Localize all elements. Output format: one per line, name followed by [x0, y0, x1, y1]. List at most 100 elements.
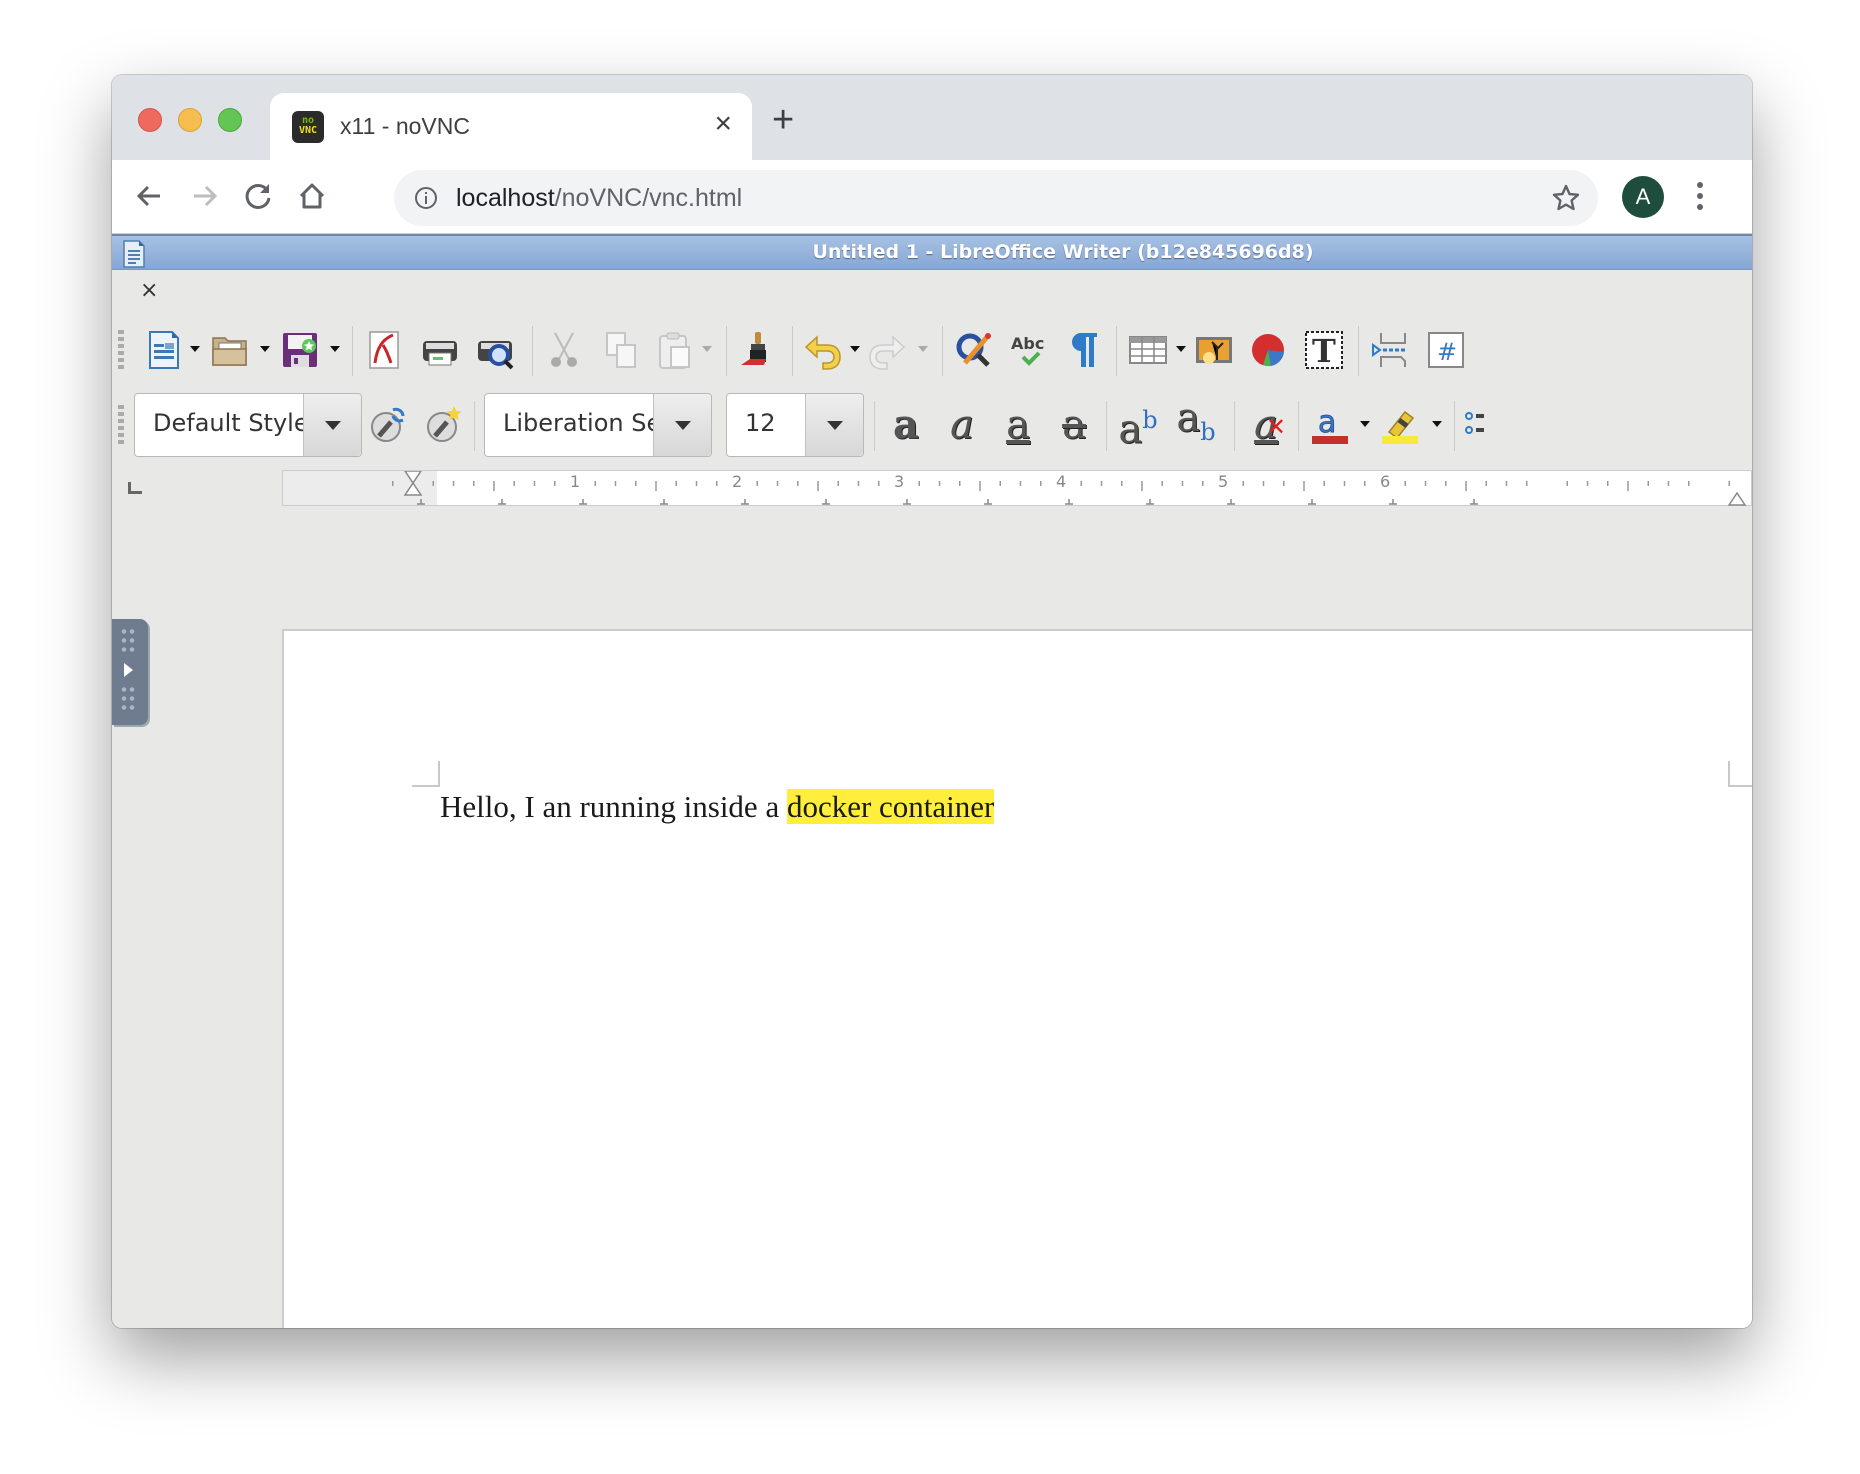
back-button[interactable] [130, 176, 170, 216]
info-icon[interactable] [414, 186, 438, 210]
font-color-button[interactable]: a [1308, 403, 1352, 447]
tab-stop-marker[interactable] [660, 499, 668, 505]
font-name-value[interactable]: Liberation Se [503, 409, 661, 437]
font-size-dropdown-button[interactable] [805, 394, 863, 456]
tab-stop-marker[interactable] [1065, 499, 1073, 505]
font-size-combo[interactable]: 12 [726, 393, 864, 457]
browser-menu-button[interactable] [1694, 182, 1706, 212]
close-document-button[interactable]: × [140, 278, 158, 303]
font-name-combo[interactable]: Liberation Se [484, 393, 712, 457]
tab-stop-marker[interactable] [498, 499, 506, 505]
toolbar-grip[interactable] [118, 330, 124, 372]
tab-stop-marker[interactable] [417, 499, 425, 505]
paste-button[interactable] [652, 328, 696, 372]
indent-marker[interactable] [403, 471, 423, 496]
redo-icon [869, 335, 906, 370]
superscript-mark: b [1142, 406, 1158, 435]
document-page[interactable]: Hello, I an running inside a docker cont… [282, 629, 1752, 1328]
address-bar[interactable]: localhost/noVNC/vnc.html [394, 170, 1598, 226]
tab-stop-marker[interactable] [1389, 499, 1397, 505]
export-pdf-button[interactable] [362, 328, 406, 372]
print-button[interactable] [418, 328, 462, 372]
document-paragraph[interactable]: Hello, I an running inside a docker cont… [440, 789, 995, 825]
font-size-value[interactable]: 12 [745, 409, 776, 437]
maximize-window-button[interactable] [218, 108, 242, 132]
url-text[interactable]: localhost/noVNC/vnc.html [456, 184, 742, 213]
print-preview-button[interactable] [474, 328, 518, 372]
tab-stop-marker[interactable] [903, 499, 911, 505]
paragraph-style-combo[interactable]: Default Style [134, 393, 362, 457]
reload-button[interactable] [238, 176, 278, 216]
new-style-button[interactable] [422, 403, 466, 447]
insert-table-dropdown[interactable] [1176, 346, 1186, 352]
redo-button[interactable] [866, 328, 910, 372]
subscript-mark: b [1200, 418, 1216, 446]
close-window-button[interactable] [138, 108, 162, 132]
bold-button[interactable]: a [884, 403, 928, 447]
open-button[interactable] [208, 328, 252, 372]
subscript-button[interactable]: ab [1174, 398, 1218, 447]
profile-avatar[interactable]: A [1622, 176, 1664, 218]
insert-page-break-button[interactable] [1368, 328, 1412, 372]
tab-stop-marker[interactable] [1146, 499, 1154, 505]
new-document-dropdown[interactable] [190, 346, 200, 352]
tab-stop-marker[interactable] [822, 499, 830, 505]
redo-dropdown[interactable] [918, 346, 928, 352]
toolbar-grip[interactable] [118, 405, 124, 447]
tab-stop-marker[interactable] [741, 499, 749, 505]
tab-stop-marker[interactable] [984, 499, 992, 505]
font-color-icon: a [1312, 405, 1348, 444]
strikethrough-button[interactable]: a [1052, 403, 1096, 447]
update-style-button[interactable] [366, 403, 410, 447]
paragraph-style-value[interactable]: Default Style [153, 409, 309, 437]
spelling-button[interactable]: Abc [1008, 328, 1052, 372]
forward-button[interactable] [184, 176, 224, 216]
formatting-marks-button[interactable] [1062, 328, 1106, 372]
highlight-color-dropdown[interactable] [1432, 421, 1442, 427]
insert-table-button[interactable] [1126, 328, 1170, 372]
find-replace-button[interactable] [952, 328, 996, 372]
font-color-dropdown[interactable] [1360, 421, 1370, 427]
paste-dropdown[interactable] [702, 346, 712, 352]
insert-chart-button[interactable] [1246, 328, 1290, 372]
underline-button[interactable]: a [996, 403, 1040, 447]
bookmark-star-icon[interactable] [1550, 182, 1582, 214]
save-button[interactable] [278, 328, 322, 372]
horizontal-ruler[interactable]: 1 2 3 4 5 6 [282, 470, 1752, 506]
insert-image-button[interactable] [1192, 328, 1236, 372]
table-icon [1129, 336, 1167, 364]
tab-stop-marker[interactable] [579, 499, 587, 505]
clear-formatting-button[interactable]: a ✕ [1244, 403, 1288, 447]
right-indent-marker[interactable] [1727, 491, 1747, 506]
browser-tab-active[interactable]: no VNC x11 - noVNC × [270, 93, 752, 160]
paragraph-style-dropdown-button[interactable] [303, 394, 361, 456]
bullets-button[interactable] [1464, 403, 1484, 447]
open-dropdown[interactable] [260, 346, 270, 352]
minimize-window-button[interactable] [178, 108, 202, 132]
sidebar-toggle[interactable] [112, 619, 148, 725]
insert-text-box-button[interactable]: T [1302, 328, 1346, 372]
copy-button[interactable] [598, 328, 642, 372]
undo-button[interactable] [800, 328, 844, 372]
ruler-label: 5 [1218, 472, 1229, 491]
highlight-color-button[interactable] [1378, 403, 1422, 447]
new-tab-button[interactable]: + [772, 101, 794, 139]
insert-field-button[interactable]: # [1422, 328, 1466, 372]
clone-formatting-button[interactable] [736, 328, 780, 372]
home-button[interactable] [292, 176, 332, 216]
tab-stop-marker[interactable] [1470, 499, 1478, 505]
toolbar-separator [726, 326, 727, 376]
undo-dropdown[interactable] [850, 346, 860, 352]
italic-button[interactable]: a [940, 403, 984, 447]
toolbar-separator [1106, 401, 1107, 451]
new-document-button[interactable] [142, 328, 186, 372]
superscript-button[interactable]: ab [1116, 403, 1160, 449]
tab-stop-selector[interactable] [128, 482, 142, 494]
tab-stop-marker[interactable] [1308, 499, 1316, 505]
tab-close-button[interactable]: × [714, 109, 732, 139]
tab-stop-marker[interactable] [1227, 499, 1235, 505]
font-name-dropdown-button[interactable] [653, 394, 711, 456]
save-dropdown[interactable] [330, 346, 340, 352]
vnc-canvas[interactable]: Untitled 1 - LibreOffice Writer (b12e845… [112, 234, 1752, 1328]
cut-button[interactable] [542, 328, 586, 372]
